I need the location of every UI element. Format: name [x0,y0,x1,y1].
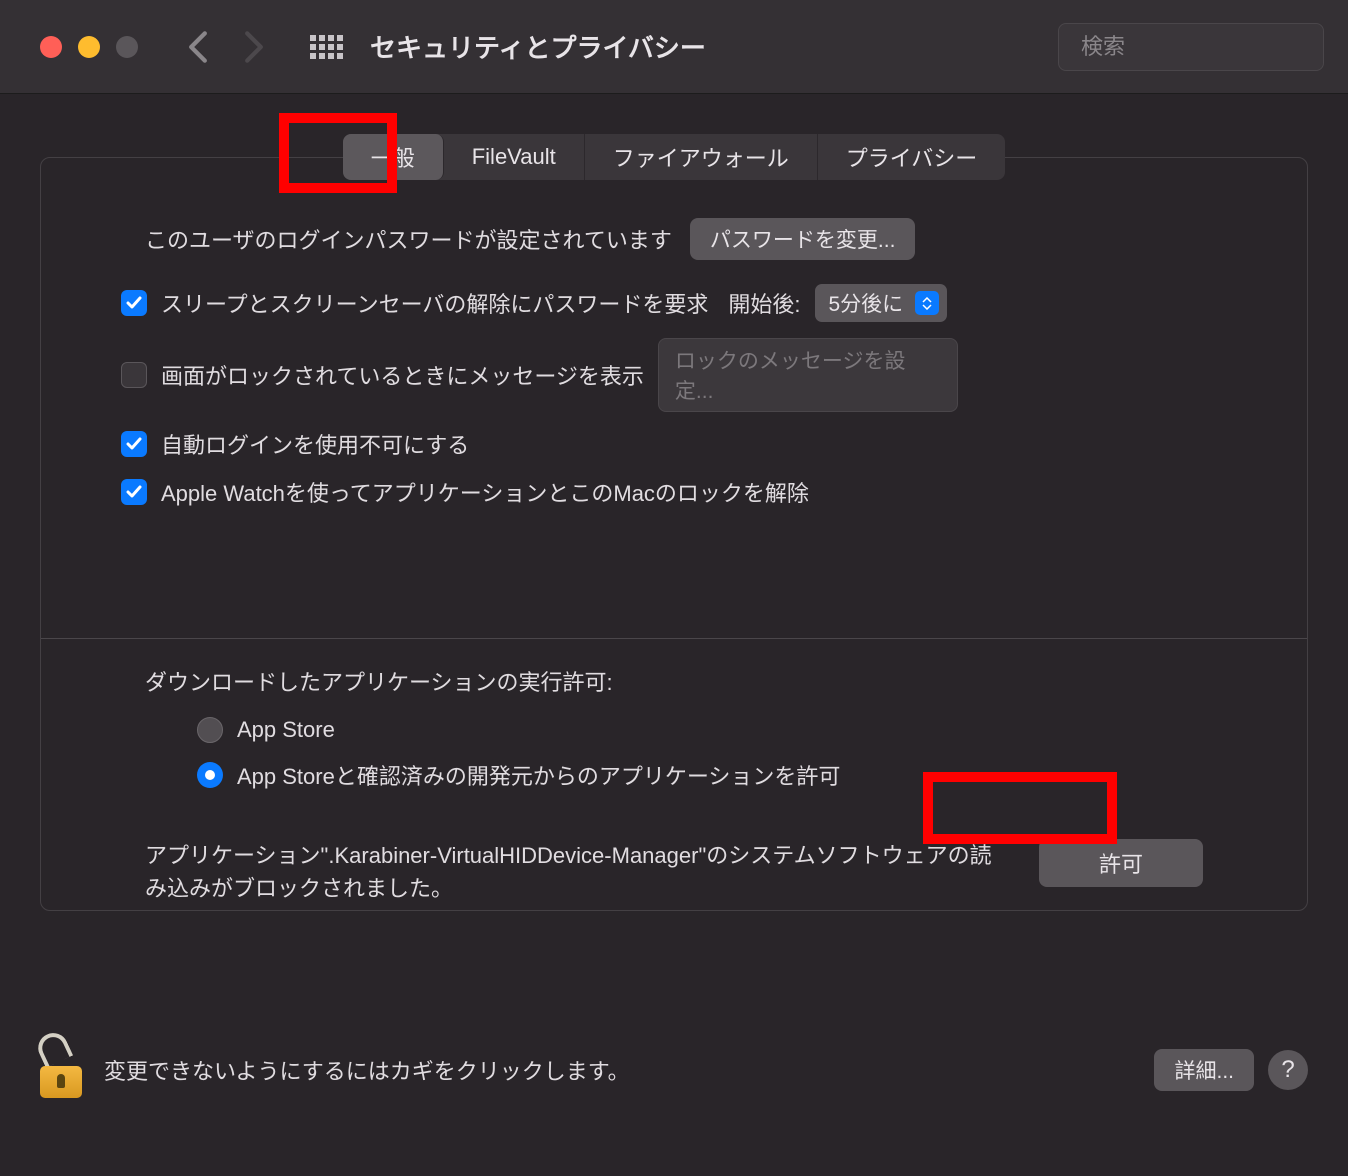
minimize-window-button[interactable] [78,36,100,58]
zoom-window-button[interactable] [116,36,138,58]
divider [41,638,1307,639]
show-message-label: 画面がロックされているときにメッセージを表示 [161,359,644,391]
tab-bar-wrapper: 一般 FileVault ファイアウォール プライバシー [40,134,1308,180]
grid-icon [310,35,343,59]
after-label: 開始後: [728,287,800,319]
allow-button[interactable]: 許可 [1039,839,1203,887]
apple-watch-checkbox[interactable] [121,479,147,505]
login-password-label: このユーザのログインパスワードが設定されています [145,223,672,255]
check-icon [125,435,143,453]
tab-firewall[interactable]: ファイアウォール [585,134,818,180]
check-icon [125,294,143,312]
footer-right: 詳細... ? [1154,1049,1308,1091]
help-button[interactable]: ? [1268,1050,1308,1090]
require-password-checkbox[interactable] [121,290,147,316]
download-radio-group: App Store App Storeと確認済みの開発元からのアプリケーションを… [197,717,1203,791]
close-window-button[interactable] [40,36,62,58]
lock-message-button: ロックのメッセージを設定... [658,338,958,412]
traffic-lights [40,36,138,58]
show-message-row: 画面がロックされているときにメッセージを表示 ロックのメッセージを設定... [121,338,1227,412]
content: 一般 FileVault ファイアウォール プライバシー このユーザのログインパ… [0,94,1348,911]
general-panel: このユーザのログインパスワードが設定されています パスワードを変更... スリー… [40,157,1308,911]
lock-icon[interactable] [40,1042,84,1098]
radio-appstore-label: App Store [237,717,335,743]
password-delay-select[interactable]: 5分後に [815,284,948,322]
blocked-text: アプリケーション".Karabiner-VirtualHIDDevice-Man… [145,839,1009,905]
tab-bar: 一般 FileVault ファイアウォール プライバシー [343,134,1006,180]
radio-identified[interactable] [197,762,223,788]
tab-filevault[interactable]: FileVault [444,134,585,180]
nav-buttons [178,27,274,67]
back-button[interactable] [178,27,218,67]
footer: 変更できないようにするにはカギをクリックします。 詳細... ? [40,1042,1308,1098]
download-section: ダウンロードしたアプリケーションの実行許可: App Store App Sto… [121,665,1227,791]
radio-identified-label: App Storeと確認済みの開発元からのアプリケーションを許可 [237,759,840,791]
search-input[interactable] [1081,34,1348,60]
check-icon [125,483,143,501]
require-password-row: スリープとスクリーンセーバの解除にパスワードを要求 開始後: 5分後に [121,284,1227,322]
stepper-arrows-icon [915,291,939,315]
window-title: セキュリティとプライバシー [370,28,1058,65]
apple-watch-row: Apple Watchを使ってアプリケーションとこのMacのロックを解除 [121,476,1227,508]
security-preferences-window: セキュリティとプライバシー 一般 FileVault ファイアウォール プライバ… [0,0,1348,1176]
apple-watch-label: Apple Watchを使ってアプリケーションとこのMacのロックを解除 [161,476,809,508]
disable-auto-login-label: 自動ログインを使用不可にする [161,428,469,460]
lock-help-text: 変更できないようにするにはカギをクリックします。 [104,1054,1134,1086]
radio-identified-row: App Storeと確認済みの開発元からのアプリケーションを許可 [197,759,1203,791]
forward-button[interactable] [234,27,274,67]
tab-general[interactable]: 一般 [343,134,444,180]
tab-privacy[interactable]: プライバシー [818,134,1006,180]
disable-auto-login-checkbox[interactable] [121,431,147,457]
show-message-checkbox[interactable] [121,362,147,388]
radio-appstore-row: App Store [197,717,1203,743]
blocked-software-row: アプリケーション".Karabiner-VirtualHIDDevice-Man… [121,839,1227,905]
titlebar: セキュリティとプライバシー [0,0,1348,94]
show-all-button[interactable] [306,27,346,67]
download-title: ダウンロードしたアプリケーションの実行許可: [145,665,1203,697]
change-password-button[interactable]: パスワードを変更... [690,218,916,260]
require-password-label: スリープとスクリーンセーバの解除にパスワードを要求 [161,287,708,319]
password-delay-value: 5分後に [829,288,904,318]
search-field[interactable] [1058,23,1324,71]
advanced-button[interactable]: 詳細... [1154,1049,1254,1091]
disable-auto-login-row: 自動ログインを使用不可にする [121,428,1227,460]
radio-appstore[interactable] [197,717,223,743]
login-password-row: このユーザのログインパスワードが設定されています パスワードを変更... [145,218,1227,260]
